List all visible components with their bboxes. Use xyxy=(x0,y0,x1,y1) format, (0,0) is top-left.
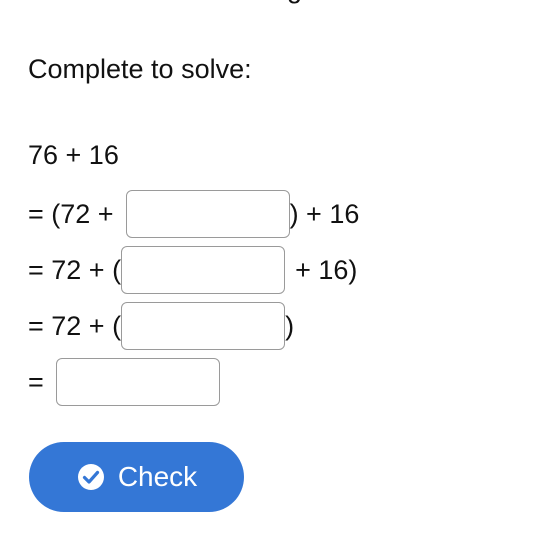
equation-line-2: = (72 + ) + 16 xyxy=(28,190,359,238)
equation-expression: 76 + 16 xyxy=(28,140,119,170)
equation-line-5: = xyxy=(28,358,220,406)
equation-line-3: = 72 + ( + 16) xyxy=(28,246,357,294)
equation-line-4: = 72 + ( ) xyxy=(28,302,294,350)
line4-prefix: = 72 + ( xyxy=(28,311,122,341)
line4-suffix: ) xyxy=(285,311,295,341)
line5-prefix: = xyxy=(28,367,44,397)
check-button[interactable]: Check xyxy=(29,442,244,512)
check-circle-icon xyxy=(77,464,104,490)
line3-prefix: = 72 + ( xyxy=(28,255,122,285)
heading-fragment: g xyxy=(287,0,302,6)
line3-suffix: + 16) xyxy=(295,255,358,285)
answer-input-1[interactable] xyxy=(125,190,290,238)
line2-suffix: ) + 16 xyxy=(289,199,360,229)
equation-line-1: 76 + 16 xyxy=(28,138,119,172)
answer-input-2[interactable] xyxy=(121,246,286,294)
answer-input-4[interactable] xyxy=(55,358,220,406)
instruction-text: Complete to solve: xyxy=(28,54,252,84)
answer-input-3[interactable] xyxy=(121,302,286,350)
check-button-label: Check xyxy=(117,461,198,492)
page-heading-clipped: g xyxy=(0,0,550,6)
line2-prefix: = (72 + xyxy=(28,199,114,229)
